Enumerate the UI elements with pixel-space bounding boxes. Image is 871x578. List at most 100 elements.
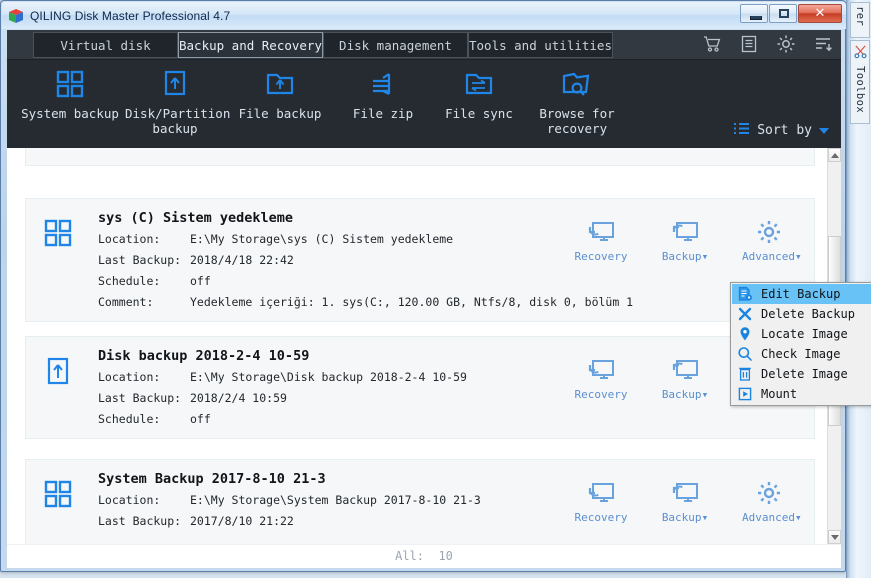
- backup-button[interactable]: Backup▾: [658, 355, 712, 401]
- context-menu-item-edit-backup-label: Edit Backup: [761, 287, 841, 301]
- sort-by-label: Sort by: [757, 123, 812, 138]
- sort-lines-small-icon: [733, 122, 750, 139]
- toolbar-item-browse-for-recovery-label: Browse for recovery: [539, 106, 615, 136]
- disk-arrow-icon: [125, 67, 225, 101]
- backup-card[interactable]: System Backup 2017-8-10 21-3 Location: E:…: [25, 459, 815, 544]
- backup-list-panel: Comment:Backup content: 1. ESD-USB(S:, 1…: [7, 148, 841, 544]
- tab-disk-management[interactable]: Disk management: [323, 32, 468, 58]
- dock-tab-toolbox-label: Toolbox: [854, 66, 866, 114]
- toolbar-item-system-backup[interactable]: System backup: [15, 67, 125, 121]
- scissors-icon: [853, 44, 868, 63]
- header-icon-group: [702, 34, 833, 54]
- last-backup-label: Last Backup:: [98, 514, 182, 528]
- scroll-down-button[interactable]: [828, 530, 841, 544]
- backup-title: System Backup 2017-8-10 21-3: [98, 471, 326, 487]
- play-box-icon: [735, 385, 755, 403]
- dock-tab-toolbox[interactable]: Toolbox: [850, 40, 870, 124]
- dock-tab-explorer-label: rer: [854, 6, 866, 27]
- backup-comment-row: Comment: Yedekleme içeriği: 1. sys(C:, 12…: [98, 295, 633, 309]
- last-backup-label: Last Backup:: [98, 391, 182, 405]
- toolbar-item-browse-for-recovery[interactable]: Browse for recovery: [527, 67, 627, 136]
- chevron-down-icon: [830, 534, 839, 540]
- recovery-label: Recovery: [574, 250, 628, 263]
- backup-schedule-row: Schedule: off: [98, 274, 211, 288]
- schedule-label: Schedule:: [98, 274, 161, 288]
- recovery-label: Recovery: [574, 388, 628, 401]
- advanced-button[interactable]: Advanced▾: [742, 217, 802, 263]
- toolbar-item-file-backup[interactable]: File backup: [229, 67, 331, 121]
- dock-tab-explorer[interactable]: rer: [850, 2, 870, 38]
- toolbar-item-file-sync[interactable]: File sync: [431, 67, 527, 121]
- grid-squares-icon: [44, 480, 72, 508]
- schedule-value: off: [190, 412, 211, 426]
- toolbar-item-file-zip[interactable]: File zip: [335, 67, 431, 121]
- context-menu-item-edit-backup[interactable]: Edit Backup: [732, 284, 871, 304]
- recovery-button[interactable]: Recovery: [574, 355, 628, 401]
- cart-icon[interactable]: [702, 34, 722, 54]
- folder-sync-icon: [431, 67, 527, 101]
- folder-search-icon: [527, 67, 627, 101]
- context-menu-item-mount[interactable]: Mount: [732, 384, 871, 404]
- location-value: E:\My Storage\System Backup 2017-8-10 21…: [190, 493, 481, 507]
- context-menu-item-delete-backup-label: Delete Backup: [761, 307, 855, 321]
- context-menu-item-delete-image[interactable]: Delete Image: [732, 364, 871, 384]
- backup-location-row: Location: E:\My Storage\sys (C) Sistem ye…: [98, 232, 453, 246]
- context-menu-item-check-image[interactable]: Check Image: [732, 344, 871, 364]
- advanced-button[interactable]: Advanced▾: [742, 478, 802, 524]
- last-backup-value: 2018/4/18 22:42: [190, 253, 294, 267]
- context-menu-item-mount-label: Mount: [761, 387, 798, 401]
- backup-card-partial[interactable]: Comment:Backup content: 1. ESD-USB(S:, 1…: [25, 148, 815, 166]
- toolbar-item-system-backup-label: System backup: [21, 106, 119, 121]
- magnifier-icon: [735, 345, 755, 363]
- context-menu-item-locate-image-label: Locate Image: [761, 327, 848, 341]
- context-menu-item-delete-backup[interactable]: Delete Backup: [732, 304, 871, 324]
- window-title: QILING Disk Master Professional 4.7: [30, 8, 231, 23]
- backup-last-backup-row: Last Backup: 2018/4/18 22:42: [98, 253, 294, 267]
- advanced-label: Advanced▾: [742, 250, 802, 263]
- disk-arrow-icon: [44, 357, 72, 385]
- sort-lines-icon[interactable]: [813, 34, 833, 54]
- chevron-up-icon: [830, 152, 839, 158]
- monitor-backup-icon: [658, 355, 712, 385]
- list-icon[interactable]: [739, 34, 759, 54]
- monitor-restore-icon: [574, 478, 628, 508]
- location-label: Location:: [98, 370, 161, 384]
- location-label: Location:: [98, 232, 161, 246]
- backup-card[interactable]: sys (C) Sistem yedekleme Location: E:\My …: [25, 198, 815, 322]
- sort-by-control[interactable]: Sort by: [733, 122, 829, 139]
- backup-button[interactable]: Backup▾: [658, 478, 712, 524]
- tab-tools-and-utilities[interactable]: Tools and utilities: [468, 32, 613, 58]
- toolbar-item-file-backup-label: File backup: [238, 106, 322, 121]
- location-value: E:\My Storage\Disk backup 2018-2-4 10-59: [190, 370, 467, 384]
- grid-squares-icon: [15, 67, 125, 101]
- maximize-button[interactable]: [769, 4, 797, 23]
- close-button[interactable]: ✕: [798, 4, 842, 23]
- minimize-button[interactable]: [740, 4, 768, 23]
- last-backup-value: 2017/8/10 21:22: [190, 514, 294, 528]
- backup-label: Backup▾: [661, 511, 709, 524]
- gear-icon: [742, 217, 796, 247]
- monitor-restore-icon: [574, 217, 628, 247]
- scroll-up-button[interactable]: [828, 148, 841, 162]
- toolbar-item-file-sync-label: File sync: [445, 106, 513, 121]
- backup-context-menu: Edit Backup Delete Backup Locate Image C…: [730, 282, 871, 406]
- tab-virtual-disk[interactable]: Virtual disk: [33, 32, 178, 58]
- gear-icon: [742, 478, 796, 508]
- toolbar-item-disk-partition-backup[interactable]: Disk/Partition backup: [125, 67, 230, 136]
- tab-tools-and-utilities-label: Tools and utilities: [469, 38, 612, 53]
- recovery-button[interactable]: Recovery: [574, 478, 628, 524]
- backup-last-backup-row: Last Backup: 2018/2/4 10:59: [98, 391, 287, 405]
- recovery-button[interactable]: Recovery: [574, 217, 628, 263]
- backup-card[interactable]: Disk backup 2018-2-4 10-59 Location: E:\M…: [25, 336, 815, 439]
- backup-button[interactable]: Backup▾: [658, 217, 712, 263]
- x-cross-icon: [735, 305, 755, 323]
- backup-list-viewport: Comment:Backup content: 1. ESD-USB(S:, 1…: [7, 148, 827, 544]
- tab-backup-and-recovery[interactable]: Backup and Recovery: [178, 32, 323, 58]
- context-menu-item-locate-image[interactable]: Locate Image: [732, 324, 871, 344]
- application-window: QILING Disk Master Professional 4.7 ✕ Vi…: [0, 0, 871, 578]
- gear-icon[interactable]: [776, 34, 796, 54]
- backup-location-row: Location: E:\My Storage\System Backup 201…: [98, 493, 481, 507]
- main-tabstrip: Virtual disk Backup and Recovery Disk ma…: [7, 30, 841, 60]
- monitor-backup-icon: [658, 478, 712, 508]
- card-action-group: Recovery Backup▾: [574, 217, 802, 263]
